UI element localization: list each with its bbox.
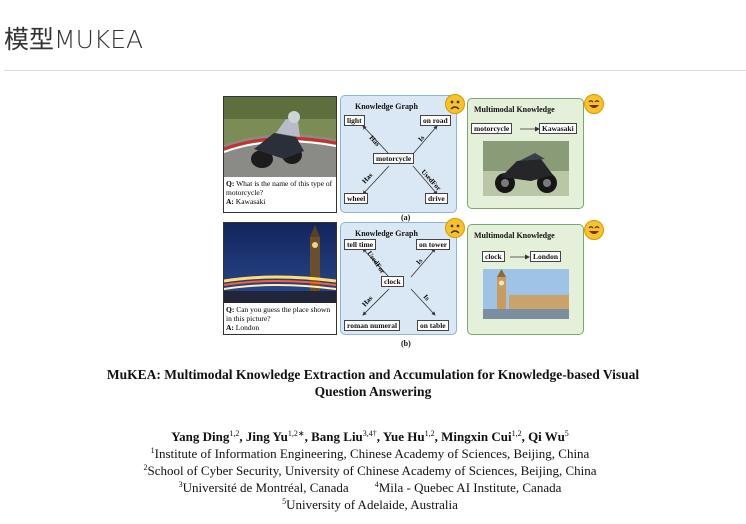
knowledge-graph-panel-a: Knowledge Graph Has Is Has UsedFor light… <box>340 95 457 213</box>
kg-node: tell time <box>344 239 377 250</box>
page-title: 模型MUKEA <box>4 25 144 54</box>
happy-face-icon <box>584 94 604 114</box>
question-text: Can you guess the place shown in this pi… <box>226 305 331 323</box>
affiliation-text: School of Cyber Security, University of … <box>147 463 597 478</box>
author-name: Mingxin Cui <box>441 429 512 444</box>
answer-text: London <box>235 323 260 332</box>
kg-node: wheel <box>344 193 369 204</box>
kg-node: drive <box>425 193 448 204</box>
author-affiliation-marker: 5 <box>564 429 569 438</box>
affiliation-text: Institute of Information Engineering, Ch… <box>154 446 590 461</box>
question-label: Q: <box>226 179 235 188</box>
author-affiliation-marker: 3,4† <box>362 429 377 438</box>
edge-label: Is <box>417 134 427 144</box>
affiliation-text: University of Adelaide, Australia <box>286 497 458 512</box>
title-divider <box>4 70 746 71</box>
figure-label-b: (b) <box>401 339 411 348</box>
affiliation-text: Université de Montréal, Canada <box>182 480 349 495</box>
happy-face-icon <box>584 220 604 240</box>
edge-label: Has <box>368 134 382 148</box>
author-affiliation-marker: 1,2 <box>511 429 522 438</box>
author-affiliation-marker: 1,2∗ <box>287 429 305 438</box>
mm-head-node: clock <box>482 251 505 262</box>
author-affiliation-marker: 1,2 <box>229 429 240 438</box>
author-affiliation-marker: 1,2 <box>424 429 435 438</box>
edge-label: UsedFor <box>420 168 443 192</box>
author-name: Jing Yu <box>245 429 288 444</box>
author-name: Qi Wu <box>528 429 565 444</box>
big-ben-photo <box>224 223 336 303</box>
affiliation-line: 3Université de Montréal, Canada 4Mila - Q… <box>60 479 680 496</box>
mm-title: Multimodal Knowledge <box>474 105 555 114</box>
affiliation-line: 5University of Adelaide, Australia <box>60 496 680 513</box>
qa-text-a: Q: What is the name of this type of moto… <box>224 177 336 207</box>
kg-node: clock <box>381 276 404 287</box>
affiliation-line: 2School of Cyber Security, University of… <box>60 462 680 479</box>
kg-node: on road <box>420 115 451 126</box>
sad-face-icon <box>445 218 465 238</box>
london-photo <box>483 269 569 319</box>
mm-title: Multimodal Knowledge <box>474 231 555 240</box>
paper-title: MuKEA: Multimodal Knowledge Extraction a… <box>106 367 640 399</box>
kg-node: on tower <box>416 239 451 250</box>
figure-label-a: (a) <box>401 213 411 222</box>
photo-box-b: Q: Can you guess the place shown in this… <box>223 222 337 335</box>
edge-label: Is <box>415 257 425 267</box>
question-text: What is the name of this type of motorcy… <box>226 179 333 197</box>
kg-node: light <box>344 115 365 126</box>
multimodal-knowledge-panel-a: Multimodal Knowledge motorcycle Kawasaki <box>467 98 584 209</box>
multimodal-knowledge-panel-b: Multimodal Knowledge clock London <box>467 224 584 335</box>
edge-label: Has <box>361 171 375 185</box>
author-name: Bang Liu <box>311 429 363 444</box>
photo-box-a: Q: What is the name of this type of moto… <box>223 96 337 213</box>
kg-node: motorcycle <box>373 153 415 164</box>
edge-label: UsedFor <box>365 250 386 276</box>
qa-text-b: Q: Can you guess the place shown in this… <box>224 303 336 333</box>
author-name: Yue Hu <box>382 429 425 444</box>
mm-tail-node: London <box>530 251 562 262</box>
affiliation-line: 1Institute of Information Engineering, C… <box>60 445 680 462</box>
mm-tail-node: Kawasaki <box>539 123 577 134</box>
motorcycle-photo <box>224 97 336 177</box>
knowledge-graph-panel-b: Knowledge Graph UsedFor Is Has Is tell t… <box>340 222 457 335</box>
author-name: Yang Ding <box>171 429 230 444</box>
question-label: Q: <box>226 305 235 314</box>
mm-head-node: motorcycle <box>471 123 513 134</box>
answer-label: A: <box>226 323 234 332</box>
kawasaki-photo <box>483 141 569 196</box>
kg-node: on table <box>417 320 449 331</box>
answer-label: A: <box>226 197 234 206</box>
affiliation-text: Mila - Quebec AI Institute, Canada <box>378 480 562 495</box>
edge-label: Has <box>361 294 375 308</box>
sad-face-icon <box>445 94 465 114</box>
author-list: Yang Ding1,2, Jing Yu1,2∗, Bang Liu3,4†,… <box>171 429 569 444</box>
paper-figure: Q: What is the name of this type of moto… <box>223 94 613 354</box>
edge-label: Is <box>422 293 432 303</box>
answer-text: Kawasaki <box>235 197 266 206</box>
kg-node: roman numeral <box>344 320 401 331</box>
